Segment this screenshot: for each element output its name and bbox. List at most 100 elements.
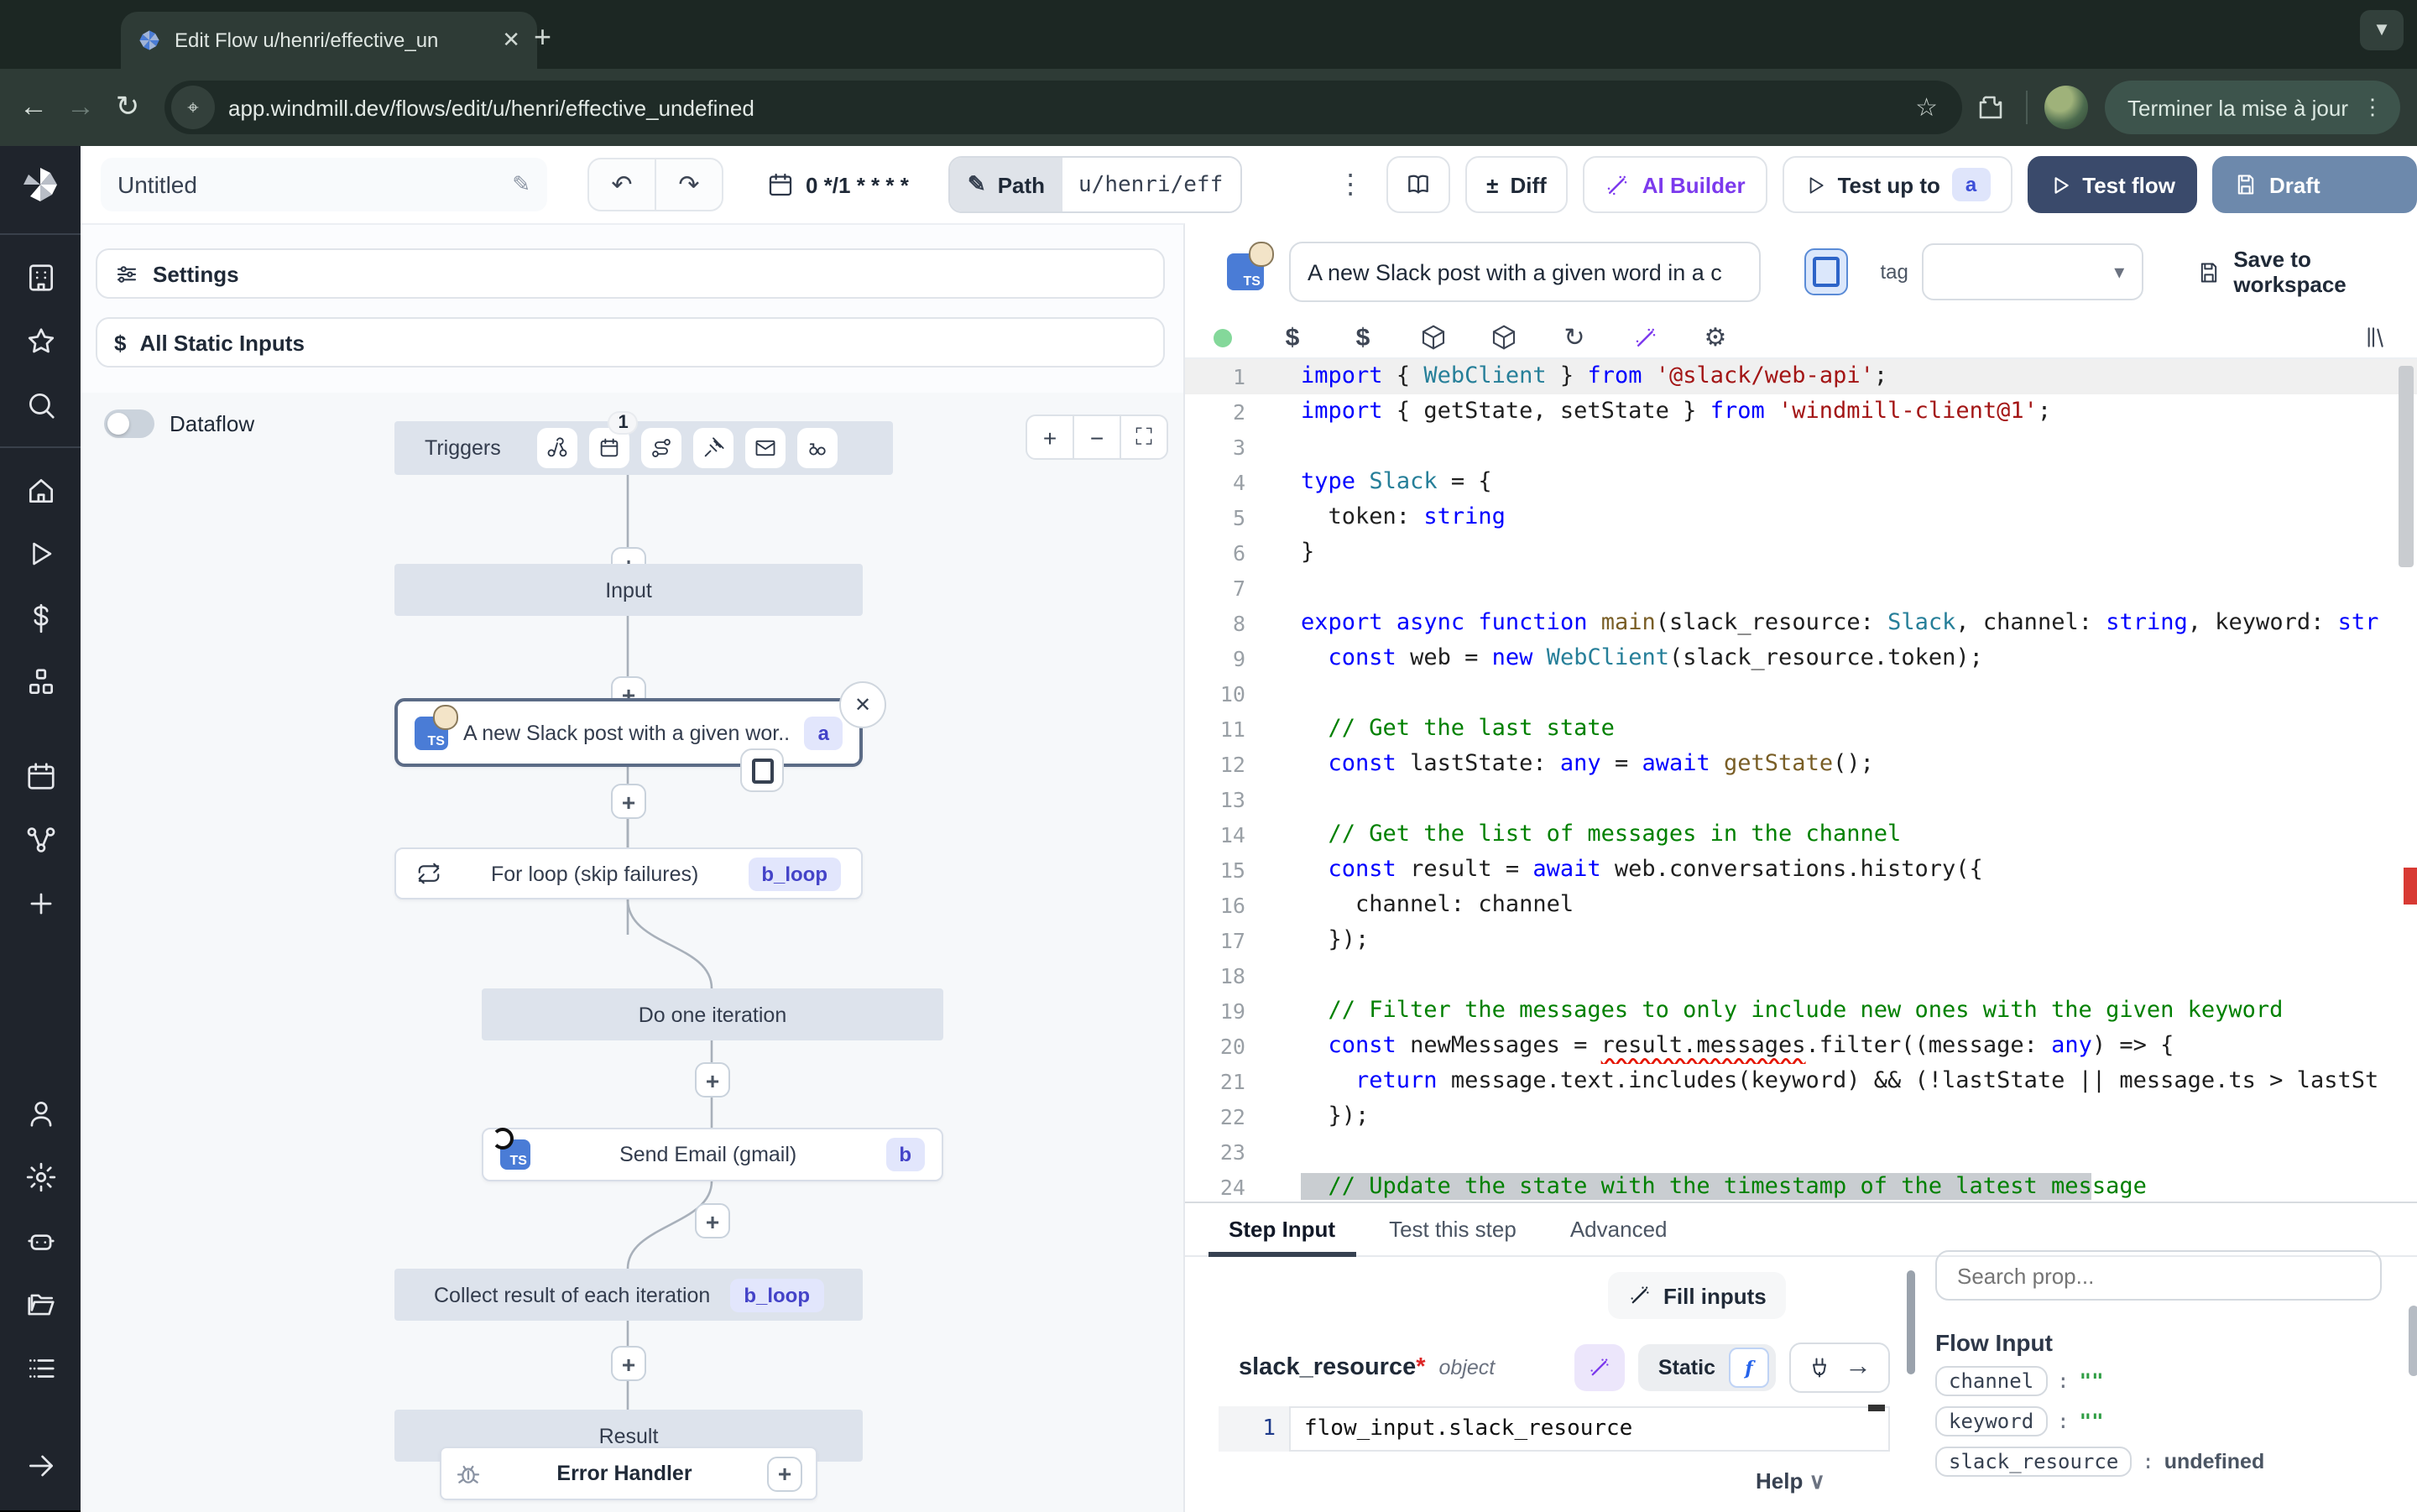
- delete-step-button[interactable]: ✕: [839, 681, 886, 728]
- code-line-9[interactable]: 9 const web = new WebClient(slack_resour…: [1185, 641, 2417, 676]
- redo-button[interactable]: ↷: [656, 159, 722, 210]
- tab-test-this-step[interactable]: Test this step: [1369, 1203, 1537, 1255]
- sidebar-item-logs[interactable]: [0, 1336, 81, 1400]
- code-line-3[interactable]: 3: [1185, 430, 2417, 465]
- back-icon[interactable]: ←: [10, 84, 57, 131]
- step-node-a-selected[interactable]: A new Slack post with a given wor... a: [394, 698, 863, 767]
- panel-scrollbar-thumb[interactable]: [1907, 1270, 1915, 1374]
- code-line-12[interactable]: 12 const lastState: any = await getState…: [1185, 747, 2417, 782]
- flow-input-item-slack-resource[interactable]: slack_resource : undefined: [1935, 1447, 2417, 1477]
- flow-input-scrollbar-thumb[interactable]: [2409, 1306, 2417, 1376]
- ai-wand-icon[interactable]: [1628, 325, 1662, 350]
- connect-input-button[interactable]: →: [1789, 1343, 1890, 1393]
- function-mode-button[interactable]: f: [1729, 1348, 1769, 1388]
- ai-fill-button[interactable]: [1574, 1344, 1625, 1391]
- variables-icon[interactable]: $: [1346, 323, 1380, 352]
- tab-advanced[interactable]: Advanced: [1550, 1203, 1688, 1255]
- code-line-13[interactable]: 13: [1185, 782, 2417, 817]
- url-field[interactable]: ⌖ app.windmill.dev/flows/edit/u/henri/ef…: [164, 81, 1961, 134]
- prop-key[interactable]: keyword: [1935, 1406, 2047, 1436]
- code-line-4[interactable]: 4type Slack = {: [1185, 465, 2417, 500]
- code-line-19[interactable]: 19 // Filter the messages to only includ…: [1185, 993, 2417, 1029]
- sidebar-item-add[interactable]: [0, 871, 81, 935]
- email-trigger-icon[interactable]: [746, 428, 786, 468]
- browser-tab[interactable]: Edit Flow u/henri/effective_un ✕: [121, 12, 537, 69]
- code-line-14[interactable]: 14 // Get the list of messages in the ch…: [1185, 817, 2417, 852]
- code-line-10[interactable]: 10: [1185, 676, 2417, 712]
- sidebar-item-users[interactable]: [0, 1081, 81, 1144]
- save-to-workspace-button[interactable]: Save to workspace: [2196, 247, 2417, 297]
- code-line-17[interactable]: 17 });: [1185, 923, 2417, 958]
- sidebar-item-resources[interactable]: [0, 649, 81, 713]
- sidebar-item-home[interactable]: [0, 458, 81, 522]
- collect-result-node[interactable]: Collect result of each iteration b_loop: [394, 1269, 863, 1321]
- bookmark-star-icon[interactable]: ☆: [1902, 92, 1951, 123]
- flow-input-item-channel[interactable]: channel : "": [1935, 1366, 2417, 1396]
- tag-select[interactable]: ▾: [1922, 243, 2143, 300]
- browser-menu-kebab-icon[interactable]: ⋮: [2362, 94, 2383, 121]
- profile-avatar[interactable]: [2044, 86, 2087, 129]
- fill-inputs-button[interactable]: Fill inputs: [1608, 1272, 1787, 1319]
- add-step-button[interactable]: +: [611, 784, 646, 819]
- add-error-handler-button[interactable]: +: [767, 1456, 802, 1491]
- code-line-22[interactable]: 22 });: [1185, 1099, 2417, 1134]
- webhook-trigger-icon[interactable]: [538, 428, 578, 468]
- stop-after-step-button[interactable]: [740, 748, 784, 792]
- library-icon[interactable]: [2360, 324, 2394, 351]
- code-line-18[interactable]: 18: [1185, 958, 2417, 993]
- triggers-node[interactable]: Triggers 1: [394, 421, 893, 475]
- error-handler-node[interactable]: Error Handler +: [440, 1447, 817, 1500]
- code-line-21[interactable]: 21 return message.text.includes(keyword)…: [1185, 1064, 2417, 1099]
- search-prop-box[interactable]: [1935, 1250, 2382, 1301]
- help-link[interactable]: Help ∨: [1756, 1468, 1825, 1495]
- sidebar-item-workspace[interactable]: [0, 245, 81, 309]
- do-one-iteration-node[interactable]: Do one iteration: [482, 988, 943, 1040]
- editor-scrollbar-thumb[interactable]: [2399, 366, 2414, 567]
- reload-icon[interactable]: ↻: [1558, 322, 1591, 352]
- editor-settings-gear-icon[interactable]: ⚙: [1699, 322, 1732, 352]
- site-info-icon[interactable]: ⌖: [171, 86, 215, 129]
- windmill-logo[interactable]: [0, 146, 81, 223]
- draft-button[interactable]: Draft: [2212, 156, 2417, 213]
- forward-icon[interactable]: →: [57, 84, 104, 131]
- diff-button[interactable]: ± Diff: [1464, 156, 1569, 213]
- flow-title-input[interactable]: Untitled ✎: [101, 158, 547, 211]
- sidebar-item-flows[interactable]: [0, 807, 81, 871]
- sidebar-item-favorites[interactable]: [0, 309, 81, 373]
- step-summary-input[interactable]: A new Slack post with a given word in a …: [1289, 242, 1761, 302]
- add-step-button[interactable]: +: [695, 1062, 730, 1098]
- extensions-icon[interactable]: [1975, 92, 2005, 123]
- reload-icon[interactable]: ↻: [104, 84, 151, 131]
- settings-section[interactable]: Settings: [96, 248, 1165, 299]
- flow-input-item-keyword[interactable]: keyword : "": [1935, 1406, 2417, 1436]
- code-line-15[interactable]: 15 const result = await web.conversation…: [1185, 852, 2417, 888]
- flow-canvas[interactable]: Dataflow + − ⛶: [81, 393, 1183, 1512]
- undo-button[interactable]: ↶: [589, 159, 656, 210]
- sidebar-item-variables[interactable]: [0, 586, 81, 649]
- prop-key[interactable]: channel: [1935, 1366, 2047, 1396]
- assets-icon[interactable]: $: [1276, 323, 1309, 352]
- add-step-button[interactable]: +: [611, 1346, 646, 1381]
- code-editor[interactable]: 1import { WebClient } from '@slack/web-a…: [1185, 357, 2417, 1203]
- code-line-11[interactable]: 11 // Get the last state: [1185, 712, 2417, 747]
- edit-pencil-icon[interactable]: ✎: [512, 171, 530, 198]
- static-toggle[interactable]: Static f: [1638, 1344, 1776, 1391]
- test-up-to-button[interactable]: Test up to a: [1783, 156, 2012, 213]
- prop-expression-editor[interactable]: 1 flow_input.slack_resource: [1219, 1406, 1890, 1452]
- tab-close-icon[interactable]: ✕: [502, 27, 520, 54]
- static-inputs-section[interactable]: $ All Static Inputs: [96, 317, 1165, 368]
- docs-button[interactable]: [1386, 156, 1449, 213]
- more-options-kebab-icon[interactable]: ⋮: [1330, 168, 1370, 201]
- send-email-node[interactable]: Send Email (gmail) b: [482, 1128, 943, 1181]
- path-chip[interactable]: ✎ Path u/henri/eff: [949, 156, 1241, 213]
- route-trigger-icon[interactable]: [642, 428, 682, 468]
- ai-builder-button[interactable]: AI Builder: [1584, 156, 1767, 213]
- tab-search-chevron-icon[interactable]: ▼: [2360, 10, 2404, 50]
- prop-key[interactable]: slack_resource: [1935, 1447, 2132, 1477]
- cache-checkbox[interactable]: [1804, 248, 1849, 295]
- websocket-trigger-icon[interactable]: [694, 428, 734, 468]
- sidebar-item-settings[interactable]: [0, 1144, 81, 1208]
- code-line-5[interactable]: 5 token: string: [1185, 500, 2417, 535]
- code-line-24[interactable]: 24 // Update the state with the timestam…: [1185, 1170, 2417, 1203]
- tab-step-input[interactable]: Step Input: [1208, 1203, 1355, 1255]
